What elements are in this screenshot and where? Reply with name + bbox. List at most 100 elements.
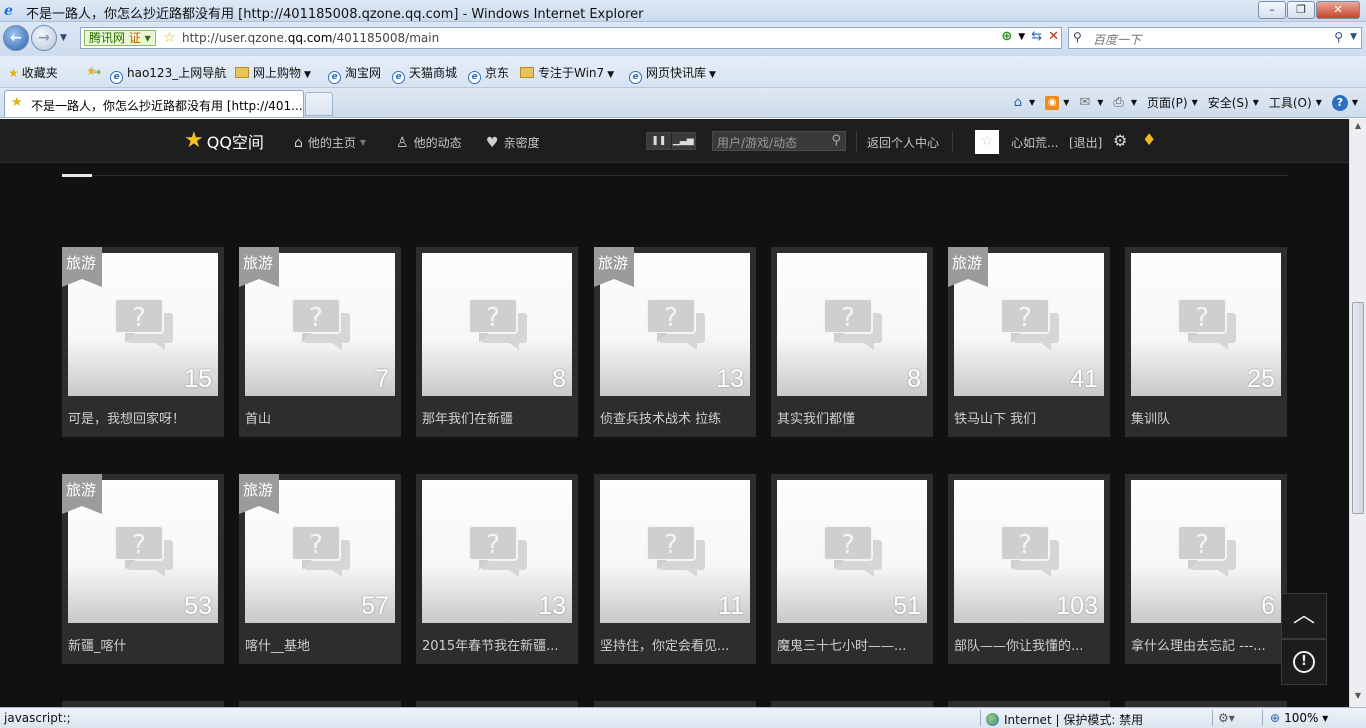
add-to-favorites-bar-button[interactable]: ★➜ [86,64,101,78]
protected-mode-icon[interactable]: ⚙▾ [1218,711,1235,725]
placeholder-question-icon: ? [290,524,352,578]
home-button[interactable]: ⌂ ▼ [1014,94,1035,111]
album-card[interactable]: ? 13 旅游 侦查兵技术战术 拉练 [594,247,756,437]
fav-item-taobao[interactable]: e 淘宝网 [328,64,381,84]
fav-item-hao123[interactable]: e hao123_上网导航 [110,64,226,84]
search-icon[interactable]: ⚲ [831,133,841,148]
fav-item-win7[interactable]: 专注于Win7 ▼ [520,64,614,81]
scrollbar-thumb[interactable] [1352,302,1364,514]
avatar[interactable]: ☆ [975,130,999,154]
return-personal-center-link[interactable]: 返回个人中心 [867,134,939,151]
stop-icon[interactable]: ✕ [1048,29,1059,44]
url-text[interactable]: http://user.qzone.qq.com/401185008/main [182,31,439,45]
qzone-search-input[interactable]: 用户/游戏/动态 ⚲ [712,131,846,151]
mail-button[interactable]: ✉ ▼ [1079,94,1103,111]
album-title[interactable]: 集训队 [1131,408,1281,427]
album-card[interactable]: ? 7 旅游 首山 [239,247,401,437]
album-card[interactable]: ? 11 坚持住，你定会看见... [594,474,756,664]
tools-menu[interactable]: 工具(O) ▼ [1269,94,1322,111]
nav-his-feeds[interactable]: ♙ 他的动态 [396,134,462,151]
album-title[interactable]: 其实我们都懂 [777,408,927,427]
album-title[interactable]: 铁马山下 我们 [954,408,1104,427]
compat-view-icon[interactable]: ⊕ [1001,29,1012,44]
page-menu[interactable]: 页面(P) ▼ [1147,94,1198,111]
nav-his-homepage[interactable]: ⌂ 他的主页 ▼ [294,134,366,151]
album-title[interactable]: 拿什么理由去忘記 ---... [1131,635,1281,654]
album-title[interactable]: 坚持住，你定会看见... [600,635,750,654]
print-button[interactable]: ⎙ ▼ [1113,94,1137,111]
refresh-icon[interactable]: ⇆ [1031,29,1042,44]
album-card[interactable]: ? 8 其实我们都懂 [771,247,933,437]
album-cover[interactable]: ? 11 [600,480,750,623]
close-button[interactable]: ✕ [1316,1,1360,19]
scroll-down-arrow-icon[interactable]: ▼ [1352,691,1364,705]
fav-label: 天猫商城 [409,66,458,80]
album-title[interactable]: 2015年春节我在新疆... [422,635,572,654]
album-title[interactable]: 喀什__基地 [245,635,395,654]
equalizer-icon[interactable]: ▁▃▅ [670,133,695,149]
album-card[interactable]: ? 8 那年我们在新疆 [416,247,578,437]
address-bar[interactable]: 腾讯网 证 ▾ ☆ http://user.qzone.qq.com/40118… [80,27,1062,49]
album-card[interactable]: ? 57 旅游 喀什__基地 [239,474,401,664]
fav-item-shopping[interactable]: 网上购物 ▼ [235,64,311,81]
username-link[interactable]: 心如荒... [1011,134,1058,151]
album-title[interactable]: 新疆_喀什 [68,635,218,654]
search-box[interactable]: ⚲ 百度一下 ⚲ ▼ [1068,27,1362,49]
album-card[interactable]: ? 15 旅游 可是，我想回家呀！ [62,247,224,437]
feeds-button[interactable]: ◉ ▼ [1045,94,1069,111]
vertical-scrollbar[interactable]: ▲ ▼ [1349,119,1366,707]
forward-button[interactable]: → [31,25,57,51]
album-cover[interactable]: ? 6 [1131,480,1281,623]
album-card[interactable]: ? 103 部队——你让我懂的... [948,474,1110,664]
album-cover[interactable]: ? 103 [954,480,1104,623]
album-card[interactable]: ? 41 旅游 铁马山下 我们 [948,247,1110,437]
album-tab-active-indicator[interactable] [62,174,92,177]
tab-active[interactable]: ★ 不是一路人，你怎么抄近路都没有用 [http://401... [4,90,304,117]
nav-intimacy[interactable]: ♥ 亲密度 [486,134,540,151]
help-button[interactable]: ? ▼ [1331,94,1358,111]
album-card[interactable]: ? 13 2015年春节我在新疆... [416,474,578,664]
album-cover[interactable]: ? 8 [422,253,572,396]
gear-icon[interactable]: ⚙ [1113,131,1127,150]
album-cover[interactable]: ? 25 [1131,253,1281,396]
album-title[interactable]: 部队——你让我懂的... [954,635,1104,654]
fav-item-jd[interactable]: e 京东 [468,64,509,84]
album-card[interactable]: ? 25 集训队 [1125,247,1287,437]
zoom-level[interactable]: ⊕ 100% ▾ [1270,711,1328,725]
album-title[interactable]: 那年我们在新疆 [422,408,572,427]
album-card[interactable]: ? 6 拿什么理由去忘記 ---... [1125,474,1287,664]
favorites-center-button[interactable]: ★ 收藏夹 [8,64,58,81]
minimize-button[interactable]: – [1258,1,1286,19]
recent-pages-dropdown-icon[interactable]: ▼ [60,33,67,43]
qzone-logo[interactable]: ★ QQ空间 [184,129,264,153]
album-cover[interactable]: ? 13 [422,480,572,623]
pause-icon[interactable]: ❚❚ [647,133,671,149]
album-card[interactable]: ? 53 旅游 新疆_喀什 [62,474,224,664]
music-player-toggle[interactable]: ❚❚ ▁▃▅ [646,132,696,150]
placeholder-question-icon: ? [999,524,1061,578]
new-tab-button[interactable] [305,92,333,116]
album-title[interactable]: 首山 [245,408,395,427]
search-go-icon[interactable]: ⚲ [1334,30,1343,44]
security-zone[interactable]: Internet | 保护模式: 禁用 [986,711,1143,728]
site-identity-badge[interactable]: 腾讯网 证 ▾ [84,30,156,46]
safety-menu[interactable]: 安全(S) ▼ [1208,94,1259,111]
search-options-dropdown-icon[interactable]: ▼ [1350,32,1357,42]
album-title[interactable]: 可是，我想回家呀！ [68,408,218,427]
album-cover[interactable]: ? 8 [777,253,927,396]
back-to-top-button[interactable]: ︿ [1281,593,1327,639]
fav-item-tmall[interactable]: e 天猫商城 [392,64,457,84]
diamond-icon[interactable]: ♦ [1142,130,1156,149]
maximize-button[interactable]: ❐ [1287,1,1315,19]
address-dropdown-icon[interactable]: ▼ [1018,32,1025,42]
feedback-button[interactable]: ! [1281,639,1327,685]
album-cover[interactable]: ? 51 [777,480,927,623]
scroll-up-arrow-icon[interactable]: ▲ [1352,121,1364,135]
logout-link[interactable]: [退出] [1069,134,1102,151]
svg-text:?: ? [1018,303,1032,333]
back-button[interactable]: ← [3,25,29,51]
album-title[interactable]: 魔鬼三十七小时——... [777,635,927,654]
album-card[interactable]: ? 51 魔鬼三十七小时——... [771,474,933,664]
fav-item-webslice[interactable]: e 网页快讯库 ▼ [629,64,716,84]
album-title[interactable]: 侦查兵技术战术 拉练 [600,408,750,427]
